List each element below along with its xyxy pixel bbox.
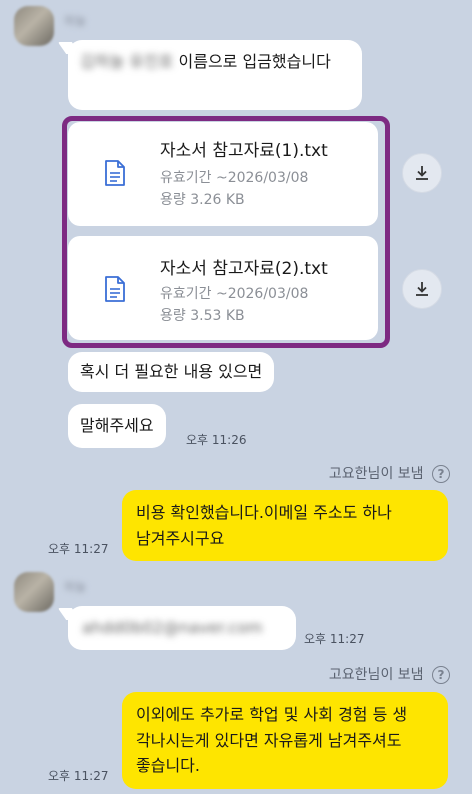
download-icon: [416, 282, 428, 296]
outgoing-bubble-email-request[interactable]: 비용 확인했습니다.이메일 주소도 하나 남겨주시구요: [122, 490, 448, 562]
sent-by-text: 고요한님이 보냄: [328, 667, 424, 683]
sent-by-label: 고요한님이 보냄 ?: [329, 664, 450, 684]
file-card-2[interactable]: 자소서 참고자료(2).txt 유효기간 ~2026/03/08 용량 3.53…: [68, 236, 378, 340]
download-button-2[interactable]: [402, 269, 442, 309]
message-time: 오후 11:27: [48, 769, 109, 783]
download-icon: [416, 166, 428, 180]
file-size-2: 용량 3.53 KB: [160, 308, 245, 324]
document-icon: [105, 160, 125, 186]
sent-by-label: 고요한님이 보냄 ?: [329, 463, 450, 483]
message-bubble-tell-me[interactable]: 말해주세요: [68, 404, 166, 448]
message-time: 오후 11:26: [186, 433, 247, 447]
tell-me-text: 말해주세요: [80, 416, 154, 435]
sender-avatar[interactable]: [14, 6, 54, 46]
file-size-1: 용량 3.26 KB: [160, 192, 245, 208]
document-icon: [105, 276, 125, 302]
reply2-line2: 각나시는게 있다면 자유롭게 남겨주셔도: [136, 730, 402, 750]
reply1-line1: 비용 확인했습니다.이메일 주소도 하나: [136, 503, 392, 522]
message-bubble-deposit[interactable]: 김하늘 유진호 이름으로 입금했습니다: [68, 40, 362, 110]
sent-by-text: 고요한님이 보냄: [328, 466, 424, 482]
need-more-text: 혹시 더 필요한 내용 있으면: [80, 362, 263, 381]
file-name-2: 자소서 참고자료(2).txt: [160, 259, 328, 279]
file-card-1[interactable]: 자소서 참고자료(1).txt 유효기간 ~2026/03/08 용량 3.26…: [68, 122, 378, 226]
message-time: 오후 11:27: [304, 632, 365, 646]
help-circle-icon[interactable]: ?: [432, 666, 450, 684]
blurred-depositor-name: 김하늘 유진호: [80, 52, 174, 71]
file-name-1: 자소서 참고자료(1).txt: [160, 141, 328, 161]
message-bubble-need-more[interactable]: 혹시 더 필요한 내용 있으면: [68, 352, 275, 392]
sender-name: 하늘: [64, 14, 87, 28]
blurred-email-text: ahdd0b02@naver.com: [82, 618, 263, 637]
download-button-1[interactable]: [402, 153, 442, 193]
file-validity-2: 유효기간 ~2026/03/08: [160, 286, 309, 302]
reply2-line3: 좋습니다.: [136, 756, 200, 776]
deposit-message-text: 이름으로 입금했습니다: [178, 52, 331, 71]
reply1-line2: 남겨주시구요: [136, 528, 225, 548]
sender-name: 하늘: [64, 580, 87, 594]
message-time: 오후 11:27: [48, 542, 109, 556]
reply2-line1: 이외에도 추가로 학업 및 사회 경험 등 생: [136, 705, 408, 724]
file-validity-1: 유효기간 ~2026/03/08: [160, 170, 309, 186]
outgoing-bubble-additional-info[interactable]: 이외에도 추가로 학업 및 사회 경험 등 생 각나시는게 있다면 자유롭게 남…: [122, 692, 448, 789]
sender-avatar[interactable]: [14, 572, 54, 612]
message-bubble-email[interactable]: ahdd0b02@naver.com: [68, 606, 296, 650]
help-circle-icon[interactable]: ?: [432, 465, 450, 483]
